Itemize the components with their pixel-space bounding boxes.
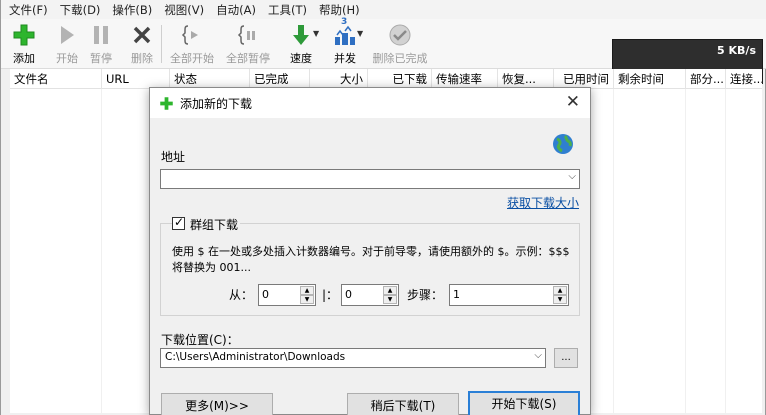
col-downloaded[interactable]: 已下载 xyxy=(368,69,432,89)
app-window: 文件(F) 下载(D) 操作(B) 视图(V) 自动(A) 工具(T) 帮助(H… xyxy=(0,0,766,415)
start-all-label: 全部开始 xyxy=(170,52,214,65)
pause-label: 暂停 xyxy=(90,52,112,65)
play-icon xyxy=(57,21,77,49)
spin-down-icon[interactable]: ▼ xyxy=(553,295,567,304)
start-all-button[interactable]: 全部开始 xyxy=(167,21,217,67)
toolbar-separator xyxy=(161,25,162,63)
column-line xyxy=(685,89,686,413)
location-label: 下载位置(C)： xyxy=(161,333,239,347)
menu-file[interactable]: 文件(F) xyxy=(9,2,48,18)
col-transfer-rate[interactable]: 传输速率 xyxy=(432,69,498,89)
delete-button[interactable]: 删除 xyxy=(127,21,157,67)
col-completed[interactable]: 已完成 xyxy=(250,69,310,89)
concurrency-badge: 3 xyxy=(341,17,348,27)
download-later-button[interactable]: 稍后下载(T) xyxy=(347,393,459,415)
speed-readout: 5 KB/s xyxy=(717,44,756,57)
from-stepper-buttons: ▲ ▼ xyxy=(300,286,314,304)
menu-view[interactable]: 视图(V) xyxy=(164,2,204,18)
delete-completed-button[interactable]: 删除已完成 xyxy=(369,21,431,67)
speed-label: 速度 xyxy=(290,52,312,65)
spin-down-icon[interactable]: ▼ xyxy=(383,295,397,304)
col-size[interactable]: 大小 xyxy=(310,69,368,89)
check-circle-icon xyxy=(388,21,412,49)
location-value: C:\Users\Administrator\Downloads xyxy=(165,351,346,363)
start-label: 开始 xyxy=(56,52,78,65)
delete-completed-label: 删除已完成 xyxy=(372,52,428,65)
brace-play-icon xyxy=(181,21,203,49)
menu-operation[interactable]: 操作(B) xyxy=(112,2,152,18)
to-stepper[interactable]: 0 ▲ ▼ xyxy=(341,284,399,306)
menu-auto[interactable]: 自动(A) xyxy=(216,2,256,18)
to-label: |： xyxy=(322,288,339,302)
spin-up-icon[interactable]: ▲ xyxy=(383,286,397,295)
dialog-title: 添加新的下载 xyxy=(180,97,253,111)
add-label: 添加 xyxy=(13,52,35,65)
globe-icon xyxy=(552,133,574,158)
chevron-down-icon[interactable]: ⌵ xyxy=(568,171,576,182)
from-label: 从： xyxy=(229,288,254,302)
col-url[interactable]: URL xyxy=(102,69,170,89)
column-line xyxy=(613,89,614,413)
spin-up-icon[interactable]: ▲ xyxy=(300,286,314,295)
dialog-titlebar[interactable]: 添加新的下载 ✕ xyxy=(150,88,590,118)
address-combobox[interactable]: ⌵ xyxy=(160,169,580,189)
from-value: 0 xyxy=(262,288,269,301)
pause-all-label: 全部暂停 xyxy=(226,52,270,65)
to-stepper-buttons: ▲ ▼ xyxy=(383,286,397,304)
menu-tools[interactable]: 工具(T) xyxy=(268,2,307,18)
start-button[interactable]: 开始 xyxy=(53,21,81,67)
spin-up-icon[interactable]: ▲ xyxy=(553,286,567,295)
speed-arrow-icon xyxy=(291,21,311,49)
close-icon[interactable]: ✕ xyxy=(566,92,580,112)
brace-pause-icon xyxy=(237,21,259,49)
concurrency-dropdown-icon[interactable]: ▼ xyxy=(357,29,363,38)
more-button[interactable]: 更多(M)>> xyxy=(161,393,273,415)
browse-button[interactable]: ... xyxy=(554,348,578,368)
step-stepper-buttons: ▲ ▼ xyxy=(553,286,567,304)
add-download-dialog: 添加新的下载 ✕ 地址 ⌵ 获取下载大小 群组下载 ✓ 使用 $ 在一处或多处插… xyxy=(149,87,591,415)
add-button[interactable]: 添加 xyxy=(9,21,39,67)
menu-download[interactable]: 下载(D) xyxy=(60,2,101,18)
step-value: 1 xyxy=(453,288,460,301)
menu-bar: 文件(F) 下载(D) 操作(B) 视图(V) 自动(A) 工具(T) 帮助(H… xyxy=(1,0,766,19)
chevron-down-icon[interactable]: ⌵ xyxy=(534,350,542,361)
col-resume[interactable]: 恢复... xyxy=(498,69,554,89)
col-connections[interactable]: 连接... xyxy=(726,69,762,89)
start-download-button[interactable]: 开始下载(S) xyxy=(468,391,580,415)
spin-down-icon[interactable]: ▼ xyxy=(300,295,314,304)
batch-help-text: 使用 $ 在一处或多处插入计数器编号。对于前导零，请使用额外的 $。示例：$$$… xyxy=(172,245,570,274)
column-line xyxy=(725,89,726,413)
concurrency-label: 并发 xyxy=(334,52,356,65)
pause-icon xyxy=(91,21,111,49)
batch-download-group: 群组下载 ✓ 使用 $ 在一处或多处插入计数器编号。对于前导零，请使用额外的 $… xyxy=(160,215,580,316)
toolbar: 添加 开始 暂停 删除 全部开始 全部暂停 速度 ▼ 3 并发 ▼ 删除已完成 … xyxy=(1,17,766,84)
from-stepper[interactable]: 0 ▲ ▼ xyxy=(258,284,316,306)
col-elapsed[interactable]: 已用时间 xyxy=(554,69,614,89)
col-remaining[interactable]: 剩余时间 xyxy=(614,69,686,89)
step-stepper[interactable]: 1 ▲ ▼ xyxy=(449,284,569,306)
menu-help[interactable]: 帮助(H) xyxy=(319,2,360,18)
pause-button[interactable]: 暂停 xyxy=(87,21,115,67)
speed-button[interactable]: 速度 xyxy=(285,21,317,67)
batch-checkbox[interactable]: ✓ xyxy=(172,215,185,230)
check-icon: ✓ xyxy=(174,215,185,229)
column-line xyxy=(101,89,102,413)
col-status[interactable]: 状态 xyxy=(170,69,250,89)
concurrency-icon: 3 xyxy=(332,17,358,49)
location-combobox[interactable]: C:\Users\Administrator\Downloads ⌵ xyxy=(160,348,546,368)
col-filename[interactable]: 文件名 xyxy=(10,69,102,89)
address-label: 地址 xyxy=(161,150,186,164)
delete-x-icon xyxy=(132,21,152,49)
col-parts[interactable]: 部分... xyxy=(686,69,726,89)
pause-all-button[interactable]: 全部暂停 xyxy=(223,21,273,67)
concurrency-button[interactable]: 3 并发 xyxy=(327,17,363,67)
get-size-link[interactable]: 获取下载大小 xyxy=(507,194,579,211)
step-label: 步骤： xyxy=(407,288,444,302)
delete-label: 删除 xyxy=(131,52,153,65)
plus-icon xyxy=(12,21,36,49)
download-list-header: 文件名 URL 状态 已完成 大小 已下载 传输速率 恢复... 已用时间 剩余… xyxy=(10,69,762,89)
speed-dropdown-icon[interactable]: ▼ xyxy=(313,29,319,38)
to-value: 0 xyxy=(345,288,352,301)
plus-icon xyxy=(159,96,174,114)
